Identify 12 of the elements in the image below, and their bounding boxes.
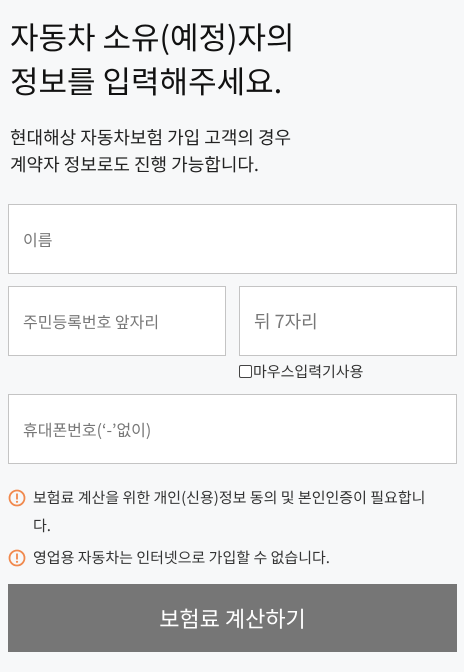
notice-text: 영업용 자동차는 인터넷으로 가입할 수 없습니다. <box>33 546 330 570</box>
calculate-button[interactable]: 보험료 계산하기 <box>8 584 457 652</box>
name-field[interactable]: 이름 <box>8 204 457 274</box>
phone-field[interactable]: 휴대폰번호(‘-’없이) <box>8 394 457 464</box>
page-title: 자동차 소유(예정)자의 정보를 입력해주세요. <box>10 14 296 102</box>
notice-text: 보험료 계산을 위한 개인(신용)정보 동의 및 본인인증이 필요합니다. <box>33 486 426 538</box>
id-back-field[interactable]: 뒤 7자리 <box>239 286 457 356</box>
warning-icon <box>8 549 26 567</box>
warning-icon <box>8 489 26 507</box>
mouse-input-checkbox[interactable]: 마우스입력기사용 <box>239 361 457 382</box>
id-front-field[interactable]: 주민등록번호 앞자리 <box>8 286 226 356</box>
description: 현대해상 자동차보험 가입 고객의 경우 계약자 정보로도 진행 가능합니다. <box>10 124 292 178</box>
